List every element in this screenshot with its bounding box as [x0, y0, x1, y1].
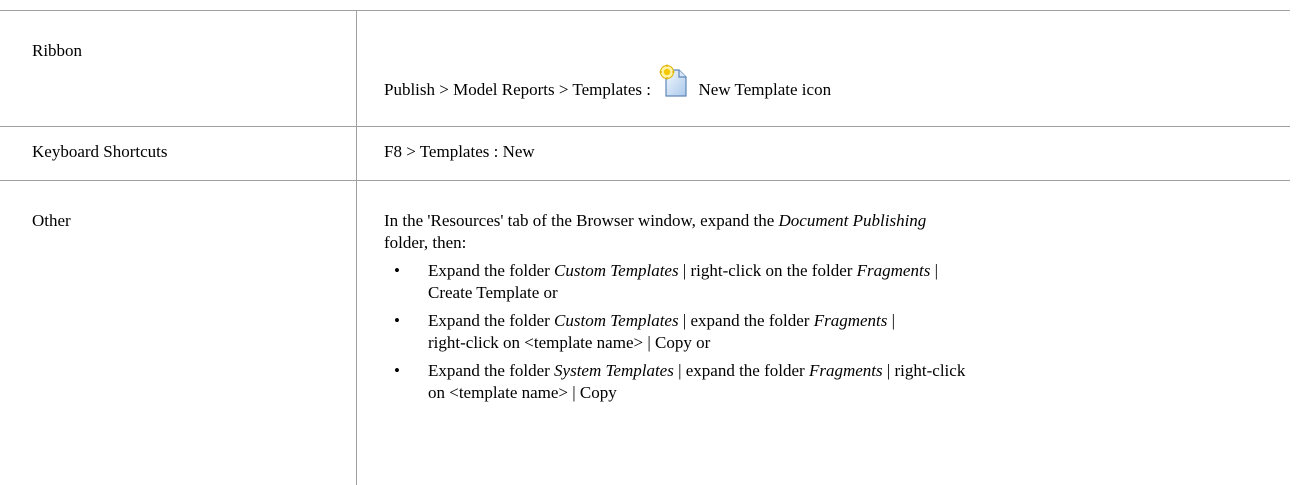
ribbon-value: Publish > Model Reports > Templates : Ne… — [384, 64, 831, 101]
new-template-icon[interactable] — [657, 64, 691, 98]
column-divider — [356, 10, 357, 485]
other-label: Other — [32, 211, 71, 230]
list-item: • Expand the folder System Templates | e… — [394, 361, 966, 402]
ribbon-label: Ribbon — [32, 41, 83, 60]
row-divider — [0, 126, 1290, 127]
other-intro: In the 'Resources' tab of the Browser wi… — [384, 211, 927, 252]
steps-list: • Expand the folder Custom Templates | r… — [384, 260, 1264, 404]
row-divider — [0, 180, 1290, 181]
access-table: Ribbon Publish > Model Reports > Templat… — [0, 0, 1303, 485]
keyboard-value: F8 > Templates : New — [384, 142, 535, 161]
document-publishing-folder: Document Publishing — [778, 211, 927, 230]
list-item: • Expand the folder Custom Templates | e… — [394, 311, 896, 352]
ribbon-path: Publish > Model Reports > Templates : — [384, 80, 651, 99]
other-value: In the 'Resources' tab of the Browser wi… — [384, 210, 1264, 404]
ribbon-icon-label: New Template icon — [698, 80, 832, 99]
table-top-border — [0, 10, 1290, 11]
keyboard-label: Keyboard Shortcuts — [32, 142, 168, 161]
list-item: • Expand the folder Custom Templates | r… — [394, 261, 938, 302]
